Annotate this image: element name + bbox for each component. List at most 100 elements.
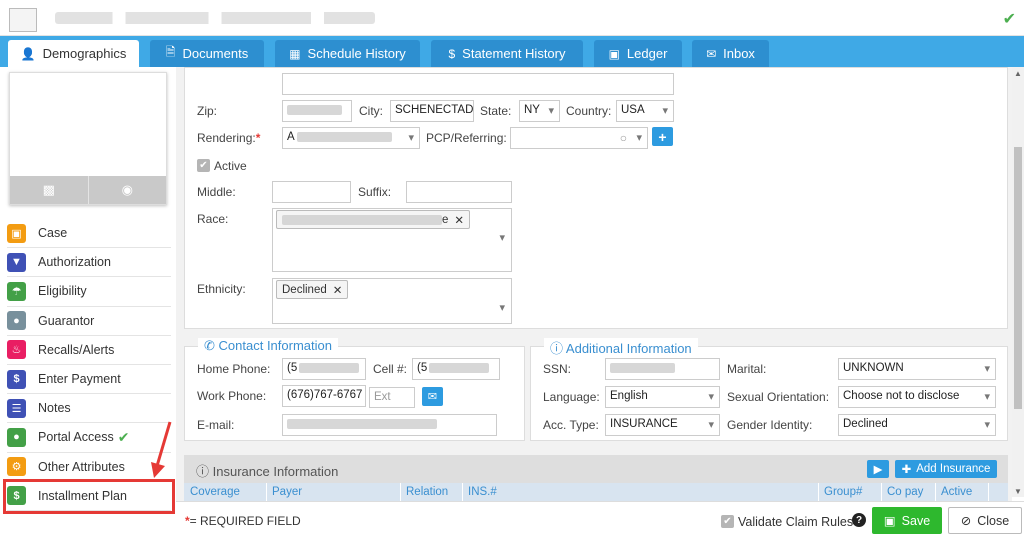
sidebar-item-case[interactable]: ▣ Case bbox=[7, 219, 171, 249]
middle-label: Middle: bbox=[197, 185, 236, 199]
rendering-select[interactable]: A bbox=[282, 127, 420, 149]
rendering-label: Rendering:* bbox=[197, 131, 261, 145]
additional-section-title: ⓘ Additional Information bbox=[544, 338, 698, 357]
active-checkbox[interactable]: ✔ bbox=[197, 159, 210, 172]
scroll-thumb[interactable] bbox=[1014, 147, 1022, 409]
sidebar-item-recalls-alerts[interactable]: ♨ Recalls/Alerts bbox=[7, 336, 171, 365]
tab-schedule-history[interactable]: ▦ Schedule History bbox=[275, 40, 420, 67]
close-button[interactable]: ⊘ Close bbox=[948, 507, 1022, 534]
middle-input[interactable] bbox=[272, 181, 351, 203]
cell-label: Cell #: bbox=[373, 362, 408, 376]
add-referring-button[interactable]: + bbox=[652, 127, 673, 146]
info-icon: ⓘ bbox=[550, 341, 564, 356]
sexual-orientation-label: Sexual Orientation: bbox=[727, 390, 830, 404]
camera-icon[interactable]: ◉ bbox=[87, 176, 167, 204]
tab-inbox[interactable]: ✉ Inbox bbox=[692, 40, 769, 67]
tab-demographics[interactable]: 👤 Demographics bbox=[8, 40, 139, 67]
home-phone-label: Home Phone: bbox=[197, 362, 271, 376]
marital-label: Marital: bbox=[727, 362, 767, 376]
column-active[interactable]: Active bbox=[941, 486, 972, 498]
home-phone-input[interactable]: (5 bbox=[282, 358, 366, 380]
info-icon: ⓘ bbox=[196, 464, 210, 479]
case-icon: ▣ bbox=[7, 223, 26, 243]
zip-input[interactable] bbox=[282, 100, 352, 122]
tab-ledger[interactable]: ▣ Ledger bbox=[594, 40, 682, 67]
column-ins-number[interactable]: INS.# bbox=[468, 486, 497, 498]
marital-select[interactable]: UNKNOWN bbox=[838, 358, 996, 380]
column-payer[interactable]: Payer bbox=[272, 486, 302, 498]
sidebar-item-notes[interactable]: ☰ Notes bbox=[7, 394, 171, 424]
gender-identity-label: Gender Identity: bbox=[727, 418, 813, 432]
state-select[interactable]: NY bbox=[519, 100, 560, 122]
main-scrollbar[interactable]: ▲ ▼ bbox=[1012, 67, 1024, 497]
sexual-orientation-select[interactable]: Choose not to disclose bbox=[838, 386, 996, 408]
ext-input[interactable]: Ext bbox=[369, 387, 415, 408]
scroll-up-icon[interactable]: ▲ bbox=[1012, 67, 1024, 79]
email-input[interactable] bbox=[282, 414, 497, 436]
notes-icon: ☰ bbox=[7, 398, 26, 418]
sidebar-item-eligibility[interactable]: ☂ Eligibility bbox=[7, 277, 171, 307]
country-select[interactable]: USA bbox=[616, 100, 674, 122]
acc-type-select[interactable]: INSURANCE bbox=[605, 414, 720, 436]
ethnicity-chip: Declined ✕ bbox=[276, 280, 349, 299]
patient-header: ✔ bbox=[0, 0, 1024, 36]
plus-icon: + bbox=[658, 128, 667, 145]
email-label: E-mail: bbox=[197, 418, 235, 432]
ssn-input[interactable] bbox=[605, 358, 720, 380]
sidebar-item-enter-payment[interactable]: $ Enter Payment bbox=[7, 365, 171, 395]
language-select[interactable]: English bbox=[605, 386, 720, 408]
envelope-icon: ✉ bbox=[706, 46, 717, 61]
suffix-input[interactable] bbox=[406, 181, 512, 203]
city-input[interactable]: SCHENECTADY bbox=[390, 100, 474, 122]
pcp-referring-select[interactable]: ○ bbox=[510, 127, 648, 149]
column-co-pay[interactable]: Co pay bbox=[887, 486, 923, 498]
add-insurance-button[interactable]: ✚ Add Insurance bbox=[895, 460, 997, 478]
help-icon[interactable]: ? bbox=[852, 513, 866, 527]
tab-documents[interactable]: 🗎 Documents bbox=[150, 40, 264, 67]
validate-claim-rules-checkbox[interactable]: ✔ bbox=[721, 515, 734, 528]
validate-claim-rules-label: Validate Claim Rules bbox=[738, 515, 854, 529]
tab-statement-history[interactable]: $ Statement History bbox=[431, 40, 583, 67]
sidebar-item-guarantor[interactable]: ● Guarantor bbox=[7, 307, 171, 336]
check-icon: ✔ bbox=[1002, 11, 1016, 28]
save-button[interactable]: ▣ Save bbox=[872, 507, 942, 534]
pcp-referring-label: PCP/Referring: bbox=[426, 131, 507, 145]
play-button[interactable]: ▶ bbox=[867, 460, 889, 478]
umbrella-icon: ☂ bbox=[7, 281, 26, 301]
sidebar-item-other-attributes[interactable]: ⚙ Other Attributes bbox=[7, 453, 171, 482]
folder-icon: ▣ bbox=[608, 46, 620, 61]
form-footer: *= REQUIRED FIELD ✔ Validate Claim Rules… bbox=[176, 501, 1024, 539]
gender-identity-select[interactable]: Declined bbox=[838, 414, 996, 436]
work-phone-input[interactable]: (676)767-6767 bbox=[282, 385, 366, 407]
sidebar-item-portal-access[interactable]: ● Portal Access ✔ bbox=[7, 423, 171, 453]
country-label: Country: bbox=[566, 104, 612, 118]
play-icon: ▶ bbox=[873, 464, 883, 476]
sidebar-item-authorization[interactable]: ▼ Authorization bbox=[7, 248, 171, 278]
race-label: Race: bbox=[197, 212, 229, 226]
chat-icon: ✉ bbox=[427, 391, 438, 403]
column-relation[interactable]: Relation bbox=[406, 486, 448, 498]
column-group-number[interactable]: Group# bbox=[824, 486, 862, 498]
annotation-arrow-icon bbox=[151, 421, 172, 478]
clear-circle-icon[interactable]: ○ bbox=[620, 131, 627, 145]
remove-chip-icon[interactable]: ✕ bbox=[454, 213, 464, 227]
user-icon: 👤 bbox=[20, 46, 36, 61]
suffix-label: Suffix: bbox=[358, 185, 392, 199]
remove-chip-icon[interactable]: ✕ bbox=[333, 283, 343, 297]
state-label: State: bbox=[480, 104, 512, 118]
insurance-table-header: Coverage Payer Relation INS.# Group# Co … bbox=[184, 483, 1008, 501]
column-coverage[interactable]: Coverage bbox=[190, 486, 240, 498]
plus-icon: ✚ bbox=[901, 464, 912, 476]
cell-input[interactable]: (5 bbox=[412, 358, 500, 380]
scroll-down-icon[interactable]: ▼ bbox=[1012, 485, 1024, 497]
insurance-title: ⓘ Insurance Information bbox=[196, 464, 339, 479]
calendar-icon: ▦ bbox=[289, 46, 301, 61]
gear-icon: ⚙ bbox=[7, 457, 26, 477]
active-label: Active bbox=[214, 159, 247, 173]
race-chip: e ✕ bbox=[276, 210, 471, 229]
group-icon: ● bbox=[7, 311, 26, 331]
message-button[interactable]: ✉ bbox=[422, 387, 443, 406]
save-icon: ▣ bbox=[883, 514, 896, 528]
address-field[interactable] bbox=[282, 73, 674, 95]
image-icon[interactable]: ▩ bbox=[10, 176, 88, 204]
